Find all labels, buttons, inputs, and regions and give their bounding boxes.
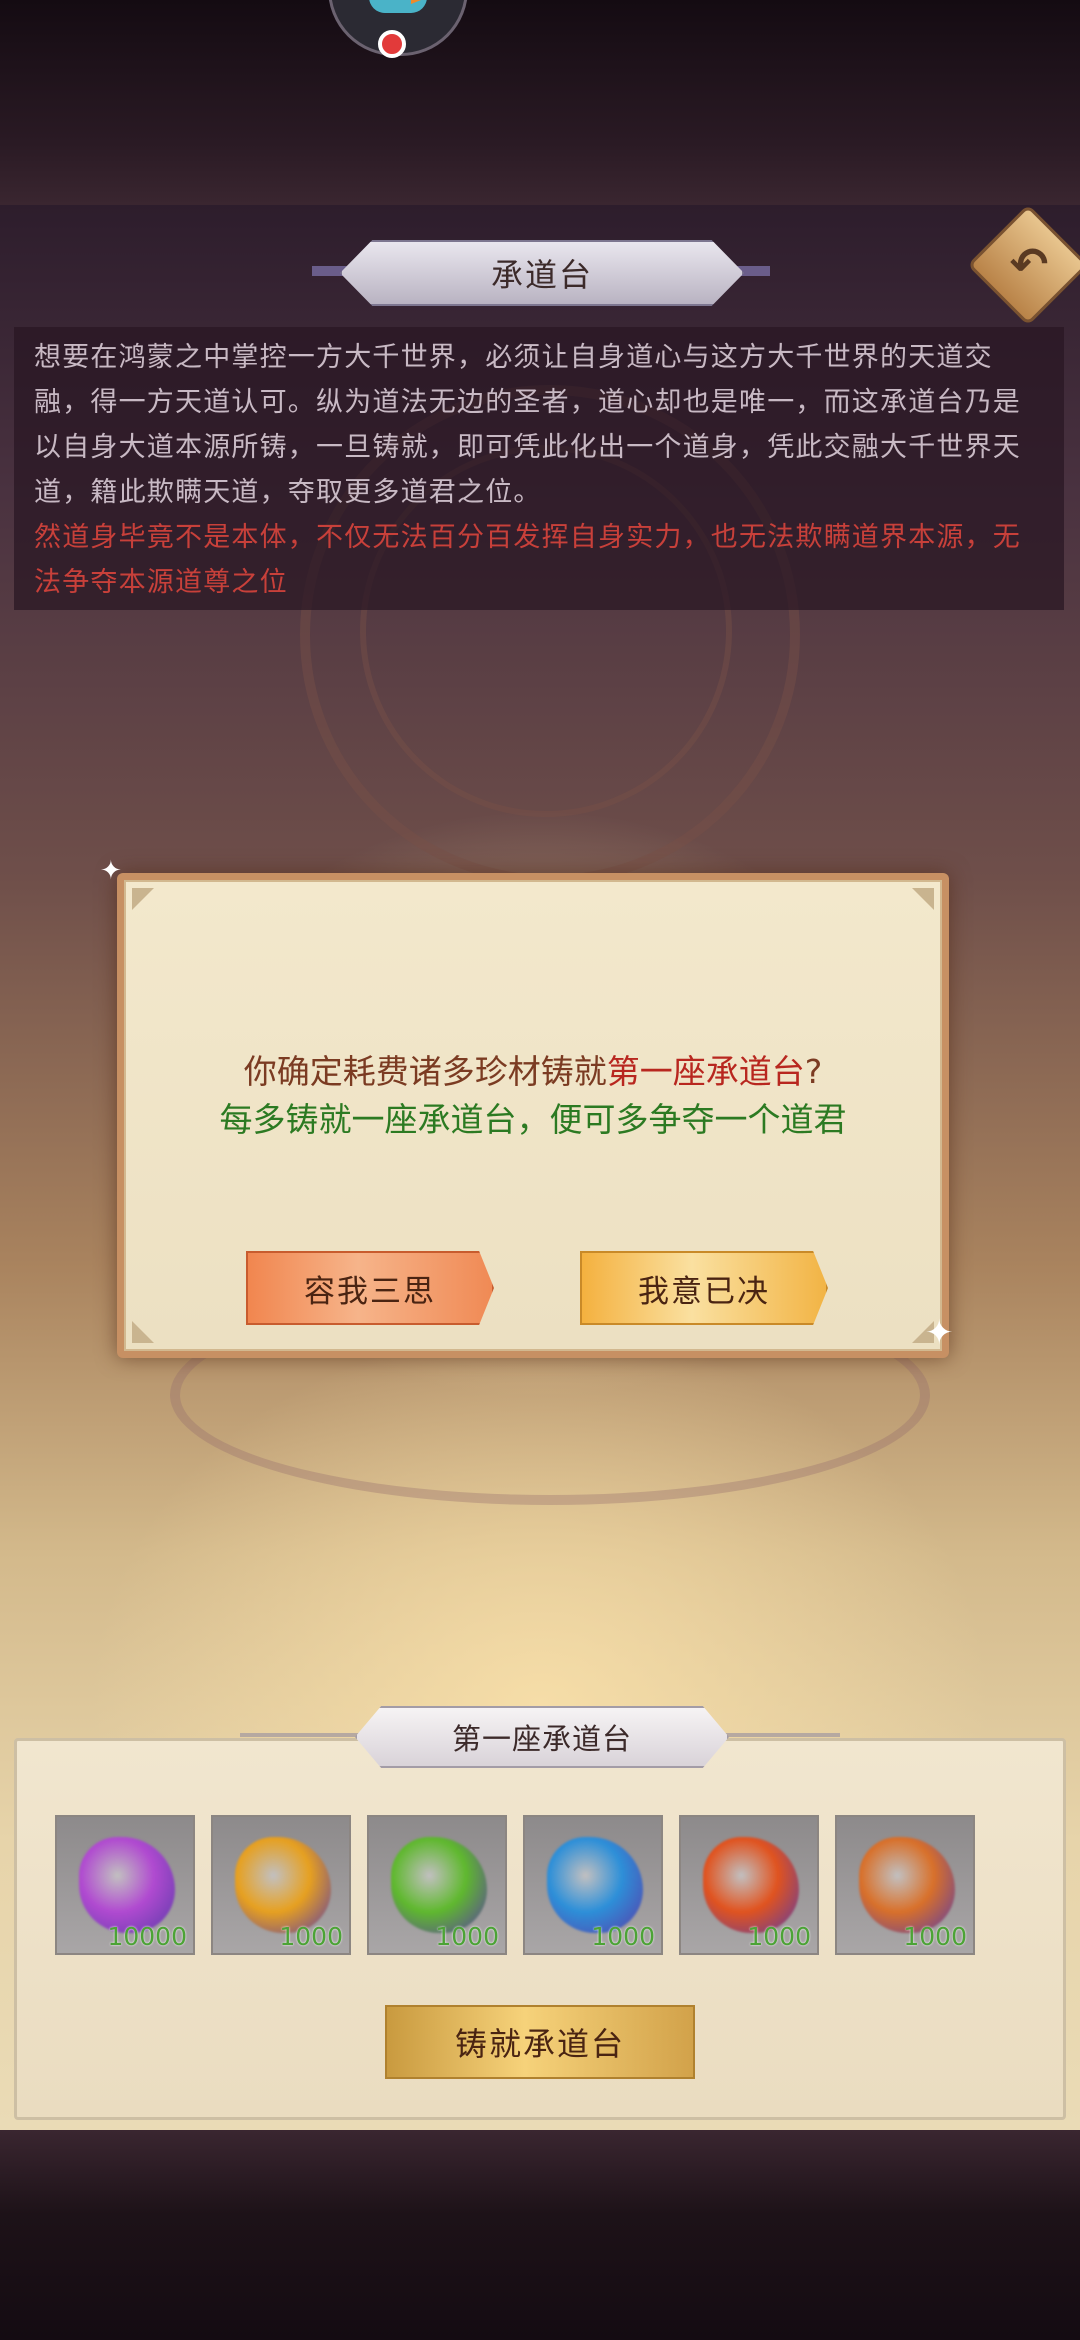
material-quantity: 10000 <box>107 1922 187 1951</box>
dialog-subtitle: 每多铸就一座承道台，便可多争夺一个道君 <box>219 1100 847 1139</box>
confirm-button[interactable]: 我意已决 <box>580 1251 828 1325</box>
dialog-question-suffix: ? <box>804 1052 823 1091</box>
top-bar <box>0 0 1080 205</box>
material-quantity: 1000 <box>435 1922 499 1951</box>
material-slot[interactable]: 10000 <box>55 1815 195 1955</box>
material-slot[interactable]: 1000 <box>211 1815 351 1955</box>
bottom-bar <box>0 2130 1080 2340</box>
dialog-question: 你确定耗费诸多珍材铸就第一座承道台? <box>124 1045 942 1093</box>
material-quantity: 1000 <box>591 1922 655 1951</box>
red-crystal-icon <box>703 1837 799 1933</box>
dialog-question-highlight: 第一座承道台 <box>606 1052 805 1091</box>
description-panel: 想要在鸿蒙之中掌控一方大千世界，必须让自身道心与这方大千世界的天道交融，得一方天… <box>14 327 1064 610</box>
material-slot[interactable]: 1000 <box>367 1815 507 1955</box>
material-slot[interactable]: 1000 <box>835 1815 975 1955</box>
corner-ornament <box>132 1321 154 1343</box>
purple-crystal-icon <box>79 1837 175 1933</box>
sub-banner-wing-left <box>240 1733 360 1737</box>
sparkle-icon: ✦ <box>100 856 122 886</box>
dialog-question-prefix: 你确定耗费诸多珍材铸就 <box>243 1052 607 1091</box>
material-slot[interactable]: 1000 <box>679 1815 819 1955</box>
cancel-button[interactable]: 容我三思 <box>246 1251 494 1325</box>
warning-text: 然道身毕竟不是本体，不仅无法百分百发挥自身实力，也无法欺瞒道界本源，无法争夺本源… <box>34 522 1021 598</box>
page-title: 承道台 <box>340 240 744 306</box>
gold-crystal-icon <box>235 1837 331 1933</box>
blue-crystal-icon <box>547 1837 643 1933</box>
material-quantity: 1000 <box>279 1922 343 1951</box>
sub-banner-wing-right <box>720 1733 840 1737</box>
material-quantity: 1000 <box>747 1922 811 1951</box>
material-quantity: 1000 <box>903 1922 967 1951</box>
notification-dot <box>378 30 406 58</box>
description-text: 想要在鸿蒙之中掌控一方大千世界，必须让自身道心与这方大千世界的天道交融，得一方天… <box>34 342 1021 508</box>
panel-title: 第一座承道台 <box>355 1706 729 1768</box>
sparkle-icon: ✦ <box>925 1313 954 1353</box>
forge-button[interactable]: 铸就承道台 <box>385 2005 695 2079</box>
material-slot[interactable]: 1000 <box>523 1815 663 1955</box>
beak-icon <box>411 0 431 4</box>
back-arrow-icon: ↶ <box>1009 237 1049 291</box>
green-crystal-icon <box>391 1837 487 1933</box>
corner-ornament <box>132 888 154 910</box>
orange-crystal-icon <box>859 1837 955 1933</box>
corner-ornament <box>912 888 934 910</box>
